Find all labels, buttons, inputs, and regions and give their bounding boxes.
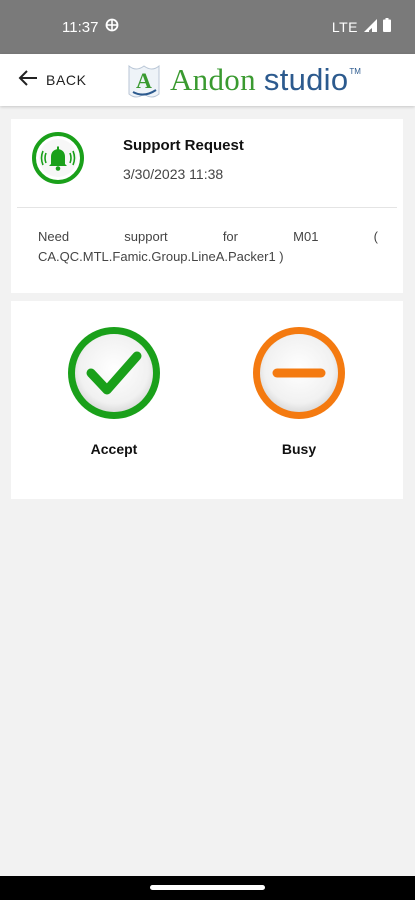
logo-word-andon: Andon — [170, 62, 256, 97]
logo-word-studio: studio — [263, 62, 349, 97]
section-separator — [11, 293, 403, 301]
minus-icon — [253, 327, 345, 419]
alarm-bell-icon — [31, 131, 85, 185]
busy-button[interactable]: Busy — [244, 323, 354, 457]
request-timestamp: 3/30/2023 11:38 — [123, 166, 224, 182]
logo-mark-icon: A — [128, 64, 160, 98]
back-button[interactable]: BACK — [18, 68, 87, 92]
logo-trademark: TM — [349, 67, 361, 76]
divider — [17, 207, 397, 208]
back-label: BACK — [46, 72, 87, 88]
request-header: Support Request 3/30/2023 11:38 — [11, 119, 403, 209]
support-request-card: Support Request 3/30/2023 11:38 Need sup… — [11, 119, 403, 499]
home-gesture-handle[interactable] — [150, 885, 265, 890]
busy-label: Busy — [281, 441, 317, 457]
battery-icon — [383, 18, 391, 36]
accept-button[interactable]: Accept — [59, 323, 169, 457]
request-title: Support Request — [123, 137, 244, 154]
sync-circle-icon — [105, 18, 119, 36]
logo-mark-letter: A — [136, 68, 152, 93]
status-bar: 11:37 LTE — [0, 0, 415, 54]
accept-label: Accept — [90, 441, 138, 457]
navigation-bar — [0, 876, 415, 900]
network-type: LTE — [331, 19, 358, 35]
checkmark-icon — [68, 327, 160, 419]
status-time: 11:37 — [62, 18, 99, 36]
arrow-left-icon — [18, 69, 38, 92]
andon-studio-logo: A Andon studio TM — [126, 59, 361, 101]
request-message: Need support for M01 ( CA.QC.MTL.Famic.G… — [38, 229, 378, 264]
app-bar: BACK A Andon studio TM — [0, 54, 415, 106]
signal-icon — [364, 18, 377, 36]
